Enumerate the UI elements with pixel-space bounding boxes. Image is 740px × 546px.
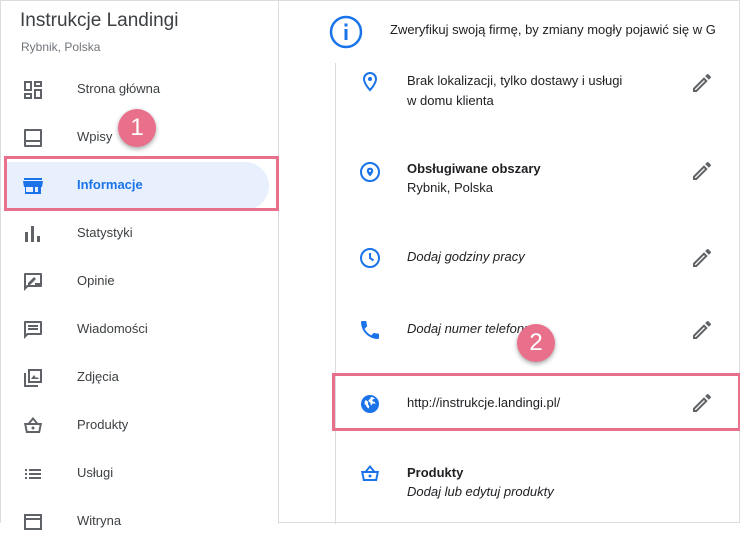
website-icon: [24, 514, 42, 530]
hours-text: Dodaj godziny pracy: [407, 249, 525, 264]
sidebar-item-stats[interactable]: Statystyki: [1, 210, 271, 258]
phone-text: Dodaj numer telefonu: [407, 321, 532, 336]
messages-icon: [24, 321, 42, 339]
reviews-icon: [24, 273, 42, 291]
location-pin-icon: [362, 72, 378, 92]
products-text: Dodaj lub edytuj produkty: [407, 484, 554, 499]
sidebar-item-label: Statystyki: [77, 225, 133, 240]
phone-icon: [361, 321, 379, 339]
highlight-box-1: [4, 156, 279, 211]
edit-pencil-icon[interactable]: [690, 318, 714, 342]
products-row[interactable]: Produkty Dodaj lub edytuj produkty: [336, 459, 740, 509]
sidebar-item-home[interactable]: Strona główna: [1, 66, 271, 114]
sidebar-item-label: Zdjęcia: [77, 369, 119, 384]
sidebar-item-products[interactable]: Produkty: [1, 402, 271, 450]
basket-icon: [24, 417, 42, 433]
sidebar-item-label: Wpisy: [77, 129, 113, 144]
info-icon: [329, 15, 363, 49]
dashboard-icon: [24, 81, 42, 99]
edit-pencil-icon[interactable]: [690, 246, 714, 270]
location-line-1: Brak lokalizacji, tylko dostawy i usługi: [407, 73, 623, 88]
edit-pencil-icon[interactable]: [690, 159, 714, 183]
content-divider: [335, 63, 336, 524]
sidebar-item-label: Witryna: [77, 513, 122, 528]
main-content: Zweryfikuj swoją firmę, by zmiany mogły …: [279, 1, 740, 524]
step-badge-1: 1: [118, 109, 156, 147]
sidebar-item-label: Opinie: [77, 273, 115, 288]
sidebar-item-label: Strona główna: [77, 81, 161, 96]
location-line-2: w domu klienta: [407, 93, 494, 108]
sidebar-item-website[interactable]: Witryna: [1, 498, 271, 546]
service-areas-value: Rybnik, Polska: [407, 180, 493, 195]
sidebar-item-label: Wiadomości: [77, 321, 148, 336]
edit-pencil-icon[interactable]: [690, 71, 714, 95]
step-badge-2: 2: [517, 324, 555, 362]
posts-icon: [24, 129, 42, 147]
service-areas-row[interactable]: Obsługiwane obszary Rybnik, Polska: [336, 155, 740, 205]
sidebar-item-reviews[interactable]: Opinie: [1, 258, 271, 306]
sidebar-item-label: Usługi: [77, 465, 114, 480]
highlight-box-2: [332, 373, 740, 431]
bar-chart-icon: [25, 226, 40, 242]
sidebar-item-messages[interactable]: Wiadomości: [1, 306, 271, 354]
basket-icon: [361, 465, 379, 481]
sidebar-item-label: Produkty: [77, 417, 129, 432]
location-row[interactable]: Brak lokalizacji, tylko dostawy i usługi…: [336, 67, 740, 127]
photos-icon: [24, 369, 42, 387]
sidebar-item-services[interactable]: Usługi: [1, 450, 271, 498]
business-location: Rybnik, Polska: [21, 40, 101, 54]
business-name: Instrukcje Landingi: [20, 10, 179, 31]
hours-row[interactable]: Dodaj godziny pracy: [336, 245, 740, 275]
sidebar-item-photos[interactable]: Zdjęcia: [1, 354, 271, 402]
products-title: Produkty: [407, 465, 464, 480]
service-area-icon: [360, 162, 380, 182]
clock-icon: [360, 248, 380, 268]
verify-banner-text: Zweryfikuj swoją firmę, by zmiany mogły …: [390, 22, 716, 37]
sidebar: Instrukcje Landingi Rybnik, Polska Stron…: [1, 1, 278, 530]
list-icon: [25, 469, 41, 479]
service-areas-title: Obsługiwane obszary: [407, 161, 541, 176]
